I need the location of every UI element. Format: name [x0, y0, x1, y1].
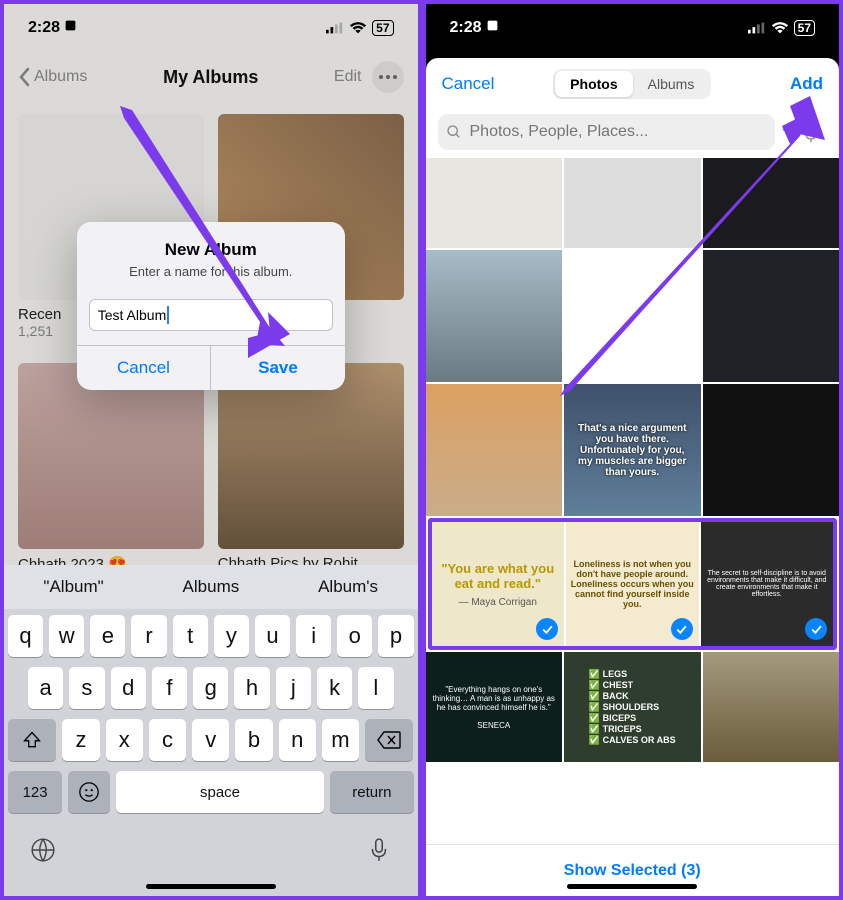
alert-title: New Album: [93, 240, 329, 260]
photo-item[interactable]: The secret to self-discipline is to avoi…: [701, 522, 834, 646]
photo-item[interactable]: That's a nice argument you have there.Un…: [564, 384, 701, 516]
key-w[interactable]: w: [49, 615, 84, 657]
status-right: 57: [748, 20, 815, 36]
mic-icon: [801, 124, 821, 144]
dictate-button[interactable]: [795, 118, 827, 150]
input-value: Test Album: [98, 307, 166, 323]
key-q[interactable]: q: [8, 615, 43, 657]
key-i[interactable]: i: [296, 615, 331, 657]
key-l[interactable]: l: [358, 667, 393, 709]
mic-icon: [366, 837, 392, 863]
search-input[interactable]: [470, 123, 768, 141]
photo-item[interactable]: Loneliness is not when you don't have pe…: [566, 522, 699, 646]
key-b[interactable]: b: [235, 719, 272, 761]
save-button[interactable]: Save: [210, 346, 345, 390]
photo-item[interactable]: ✅ LEGS✅ CHEST✅ BACK✅ SHOULDERS✅ BICEPS✅ …: [564, 652, 701, 762]
cancel-button[interactable]: Cancel: [77, 346, 211, 390]
key-f[interactable]: f: [152, 667, 187, 709]
key-v[interactable]: v: [192, 719, 229, 761]
quote-author: — Maya Corrigan: [436, 597, 561, 608]
home-indicator[interactable]: [567, 884, 697, 889]
globe-key[interactable]: [30, 837, 56, 868]
shift-key[interactable]: [8, 719, 56, 761]
photo-item[interactable]: "Everything hangs on one's thinking… A m…: [426, 652, 563, 762]
check-icon: [671, 618, 693, 640]
person-card-icon: [486, 19, 499, 32]
key-r[interactable]: r: [131, 615, 166, 657]
new-album-alert: New Album Enter a name for this album. T…: [77, 222, 345, 390]
return-key[interactable]: return: [330, 771, 413, 813]
photo-item[interactable]: [426, 384, 563, 516]
suggestion[interactable]: Albums: [183, 577, 240, 597]
quote-text: The secret to self-discipline is to avoi…: [705, 570, 830, 598]
key-h[interactable]: h: [234, 667, 269, 709]
home-indicator[interactable]: [146, 884, 276, 889]
photo-grid[interactable]: That's a nice argument you have there.Un…: [426, 158, 840, 844]
photo-item[interactable]: [426, 250, 563, 382]
photo-item[interactable]: [703, 652, 840, 762]
status-time: 2:28: [450, 19, 499, 37]
key-d[interactable]: d: [111, 667, 146, 709]
quote-text: Loneliness is not when you don't have pe…: [570, 559, 695, 609]
globe-icon: [30, 837, 56, 863]
key-c[interactable]: c: [149, 719, 186, 761]
selected-row: "You are what you eat and read." — Maya C…: [428, 518, 838, 650]
photo-item[interactable]: [564, 158, 701, 248]
segment-albums[interactable]: Albums: [633, 71, 710, 97]
key-k[interactable]: k: [317, 667, 352, 709]
emoji-icon: [78, 781, 100, 803]
keyboard-suggestions[interactable]: "Album" Albums Album's: [4, 565, 418, 609]
add-button[interactable]: Add: [790, 74, 823, 94]
search-field[interactable]: [438, 114, 776, 150]
key-a[interactable]: a: [28, 667, 63, 709]
photo-item[interactable]: [564, 250, 701, 382]
key-j[interactable]: j: [276, 667, 311, 709]
key-u[interactable]: u: [255, 615, 290, 657]
suggestion[interactable]: "Album": [43, 577, 103, 597]
keyboard: "Album" Albums Album's qwertyuiop asdfgh…: [4, 565, 418, 896]
key-p[interactable]: p: [378, 615, 413, 657]
photo-picker-modal: Cancel Photos Albums Add: [426, 58, 840, 896]
signal-icon: [748, 22, 766, 34]
key-t[interactable]: t: [173, 615, 208, 657]
photo-item[interactable]: [426, 158, 563, 248]
key-y[interactable]: y: [214, 615, 249, 657]
battery-icon: 57: [794, 20, 815, 36]
photo-item[interactable]: "You are what you eat and read." — Maya C…: [432, 522, 565, 646]
emoji-key[interactable]: [68, 771, 110, 813]
key-n[interactable]: n: [279, 719, 316, 761]
key-e[interactable]: e: [90, 615, 125, 657]
check-icon: [805, 618, 827, 640]
key-z[interactable]: z: [62, 719, 99, 761]
segment-photos[interactable]: Photos: [555, 71, 632, 97]
cancel-button[interactable]: Cancel: [442, 74, 495, 94]
photo-item[interactable]: [703, 250, 840, 382]
search-icon: [446, 124, 462, 140]
space-key[interactable]: space: [116, 771, 324, 813]
backspace-icon: [377, 731, 401, 749]
album-name-input[interactable]: Test Album: [89, 299, 333, 331]
check-icon: [536, 618, 558, 640]
backspace-key[interactable]: [365, 719, 413, 761]
key-x[interactable]: x: [106, 719, 143, 761]
key-g[interactable]: g: [193, 667, 228, 709]
key-m[interactable]: m: [322, 719, 359, 761]
segmented-control[interactable]: Photos Albums: [553, 69, 711, 99]
shift-icon: [22, 730, 42, 750]
key-s[interactable]: s: [69, 667, 104, 709]
photo-item[interactable]: [703, 158, 840, 248]
status-bar: 2:28 57: [426, 4, 840, 52]
dictate-key[interactable]: [366, 837, 392, 868]
photo-item[interactable]: [703, 384, 840, 516]
quote-text: "You are what you eat and read.": [441, 561, 554, 591]
wifi-icon: [771, 21, 789, 35]
alert-message: Enter a name for this album.: [93, 264, 329, 279]
key-o[interactable]: o: [337, 615, 372, 657]
suggestion[interactable]: Album's: [318, 577, 378, 597]
numbers-key[interactable]: 123: [8, 771, 62, 813]
